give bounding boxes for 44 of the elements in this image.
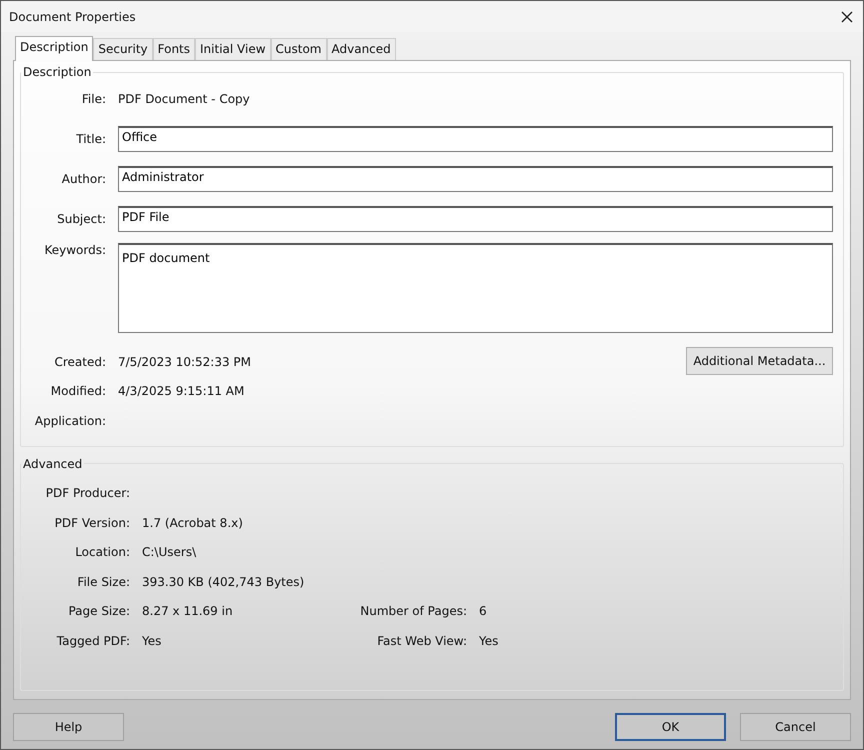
field-label: Subject:	[56, 212, 107, 226]
dialog-button[interactable]: Cancel	[740, 713, 851, 741]
field-value: 6	[479, 604, 487, 618]
field-label: Modified:	[50, 384, 107, 398]
field-value: C:\Users\	[142, 545, 196, 560]
field-value: Yes	[142, 634, 162, 648]
input-field[interactable]: Office	[118, 126, 833, 152]
field-value: 8.27 x 11.69 in	[142, 604, 233, 618]
field-label: Fast Web View:	[376, 634, 468, 648]
field-label: PDF Producer:	[44, 486, 131, 500]
field-value: 4/3/2025 9:15:11 AM	[118, 384, 244, 398]
field-label: Location:	[74, 545, 131, 560]
field-value: 1.7 (Acrobat 8.x)	[142, 516, 243, 530]
close-icon[interactable]	[841, 10, 853, 22]
tab[interactable]: Advanced	[326, 38, 396, 60]
field-value: PDF Document - Copy	[118, 92, 250, 106]
field-label: Number of Pages:	[359, 604, 468, 618]
tab[interactable]: Custom	[270, 38, 326, 60]
input-field[interactable]: PDF File	[118, 206, 833, 232]
group-title: Advanced	[22, 456, 84, 470]
help-button[interactable]: Help	[13, 713, 124, 741]
field-value: 7/5/2023 10:52:33 PM	[118, 354, 252, 369]
field-label: Application:	[34, 414, 107, 428]
field-label: File Size:	[76, 574, 131, 589]
field-label: Keywords:	[43, 243, 107, 257]
field-label: File:	[80, 92, 107, 106]
field-label: Created:	[53, 354, 107, 369]
field-label: Author:	[60, 172, 107, 186]
tab[interactable]: Description	[15, 36, 94, 61]
tab[interactable]: Security	[93, 38, 153, 60]
field-label: Page Size:	[67, 604, 131, 618]
field-value: 393.30 KB (402,743 Bytes)	[142, 574, 304, 589]
window-title: Document Properties	[9, 10, 137, 24]
field-label: PDF Version:	[54, 516, 131, 530]
keywords-field[interactable]: PDF document	[118, 243, 833, 333]
field-label: Tagged PDF:	[56, 634, 131, 648]
field-label: Title:	[75, 132, 107, 146]
tab[interactable]: Initial View	[195, 38, 271, 60]
field-value: Yes	[479, 634, 498, 648]
group-title: Description	[22, 65, 92, 79]
dialog-button[interactable]: OK	[615, 713, 726, 741]
tab[interactable]: Fonts	[152, 38, 196, 60]
input-field[interactable]: Administrator	[118, 166, 833, 192]
additional-metadata-button[interactable]: Additional Metadata...	[686, 347, 833, 375]
